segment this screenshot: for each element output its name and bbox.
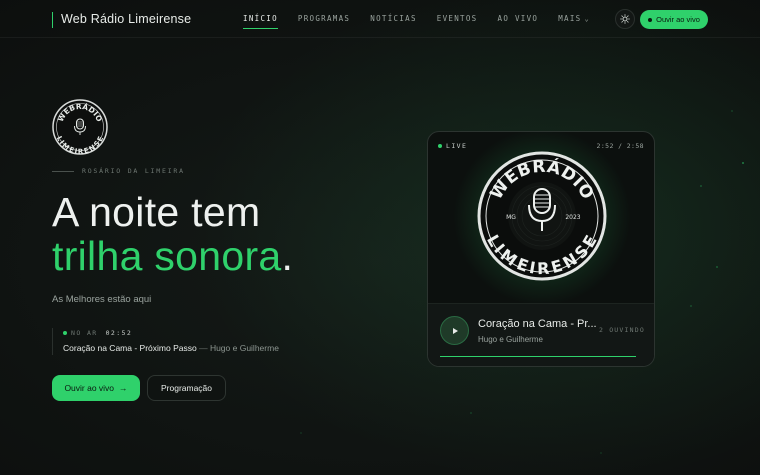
listen-live-header-button[interactable]: Ouvir ao vivo [640, 10, 708, 29]
nav-item-eventos[interactable]: EVENTOS [437, 14, 478, 28]
player-card: LIVE 2:52 / 2:58 WEBRÁDIO LIMEIRENSE MG … [427, 131, 655, 367]
player-progress-bar[interactable] [440, 356, 636, 357]
live-dot-icon [648, 17, 653, 22]
nav-item-mais-label: MAIS [558, 14, 582, 23]
live-dot-icon [438, 144, 442, 148]
station-logo: WEBRÁDIO LIMEIRENSE [52, 99, 108, 155]
location-kicker: ROSÁRIO DA LIMEIRA [52, 167, 185, 175]
artwork-state-text: MG [506, 214, 516, 221]
theme-toggle-button[interactable] [615, 9, 635, 29]
chevron-down-icon: ⌄ [584, 15, 590, 23]
listen-live-button[interactable]: Ouvir ao vivo → [52, 375, 140, 401]
nav-item-noticias[interactable]: NOTÍCIAS [370, 14, 417, 28]
kicker-divider [52, 170, 74, 172]
player-time: 2:52 / 2:58 [596, 142, 644, 150]
listener-count: 2 OUVINDO [598, 326, 645, 334]
main-nav: INÍCIO PROGRAMAS NOTÍCIAS EVENTOS AO VIV… [243, 14, 610, 29]
now-artist: Hugo e Guilherme [209, 343, 279, 353]
nav-item-programas[interactable]: PROGRAMAS [298, 14, 350, 28]
headline-accent: trilha sonora [52, 233, 282, 279]
play-button[interactable] [440, 316, 469, 345]
schedule-label: Programação [160, 383, 213, 393]
nav-item-ao-vivo[interactable]: AO VIVO [498, 14, 539, 28]
arrow-right-icon: → [119, 383, 128, 393]
listen-live-label: Ouvir ao vivo [64, 383, 115, 393]
nav-item-inicio[interactable]: INÍCIO [243, 14, 278, 29]
sun-icon [620, 14, 630, 24]
kicker-text: ROSÁRIO DA LIMEIRA [82, 167, 185, 175]
top-bar: Web Rádio Limeirense INÍCIO PROGRAMAS NO… [0, 0, 760, 38]
on-air-label: NO AR [71, 329, 98, 337]
on-air-dot-icon [63, 331, 67, 335]
headline-period: . [281, 233, 294, 279]
headline-line-1: A noite tem [52, 189, 261, 235]
player-artwork-logo: WEBRÁDIO LIMEIRENSE MG 2023 [477, 151, 607, 281]
now-track: Coração na Cama - Próximo Passo [63, 343, 197, 353]
play-icon [452, 327, 458, 334]
now-playing-strip: NO AR 02:52 Coração na Cama - Próximo Pa… [52, 328, 279, 355]
player-track-title: Coração na Cama - Pr... [478, 318, 596, 330]
live-label: LIVE [446, 142, 468, 150]
listen-live-header-label: Ouvir ao vivo [656, 15, 700, 24]
headline-line-2: trilha sonora. [52, 232, 293, 280]
player-artist: Hugo e Guilherme [478, 335, 543, 344]
nav-item-mais[interactable]: MAIS ⌄ [558, 14, 590, 28]
site-title[interactable]: Web Rádio Limeirense [52, 12, 191, 28]
player-controls: Coração na Cama - Pr... Hugo e Guilherme… [428, 303, 654, 366]
tagline: As Melhores estão aqui [52, 294, 152, 305]
schedule-button[interactable]: Programação [147, 375, 226, 401]
on-air-time: 02:52 [105, 329, 133, 337]
now-separator: — [196, 343, 210, 353]
live-indicator: LIVE [438, 142, 467, 150]
artwork-year-text: 2023 [565, 214, 580, 221]
